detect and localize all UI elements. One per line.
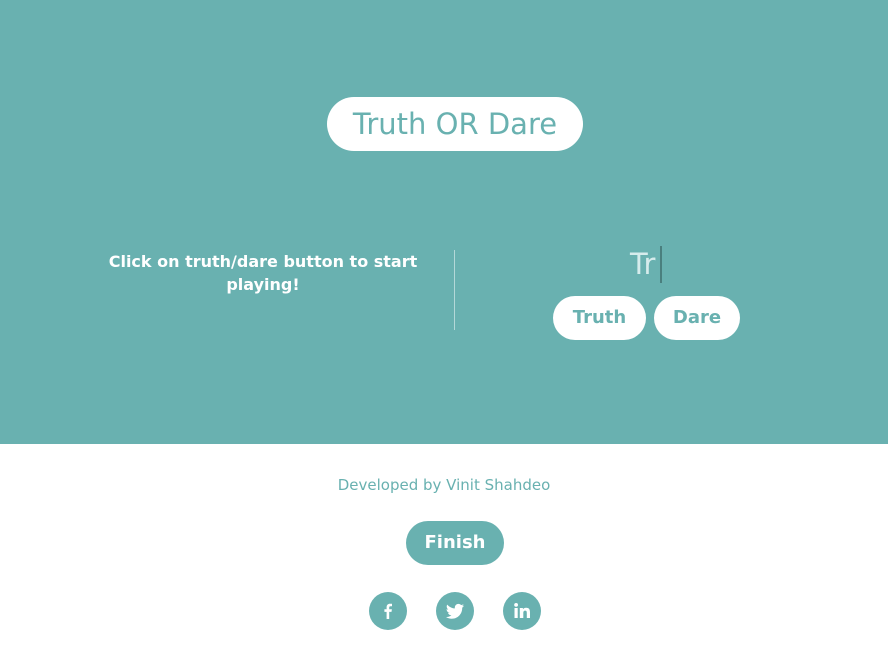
linkedin-link[interactable] bbox=[503, 592, 541, 630]
dare-button[interactable]: Dare bbox=[654, 296, 740, 340]
facebook-icon bbox=[384, 603, 392, 619]
twitter-link[interactable] bbox=[436, 592, 474, 630]
page-title: Truth OR Dare bbox=[327, 97, 583, 151]
facebook-link[interactable] bbox=[369, 592, 407, 630]
instruction-text: Click on truth/dare button to start play… bbox=[108, 252, 418, 294]
truth-button[interactable]: Truth bbox=[553, 296, 646, 340]
typing-caret bbox=[660, 246, 662, 283]
finish-button[interactable]: Finish bbox=[406, 521, 504, 565]
linkedin-icon bbox=[514, 603, 530, 618]
vertical-divider bbox=[454, 250, 455, 330]
developer-credit: Developed by Vinit Shahdeo bbox=[337, 476, 551, 494]
twitter-icon bbox=[446, 603, 464, 619]
hero-section: Truth OR Dare Click on truth/dare button… bbox=[0, 0, 888, 444]
typed-question-text: Tr bbox=[630, 247, 656, 281]
